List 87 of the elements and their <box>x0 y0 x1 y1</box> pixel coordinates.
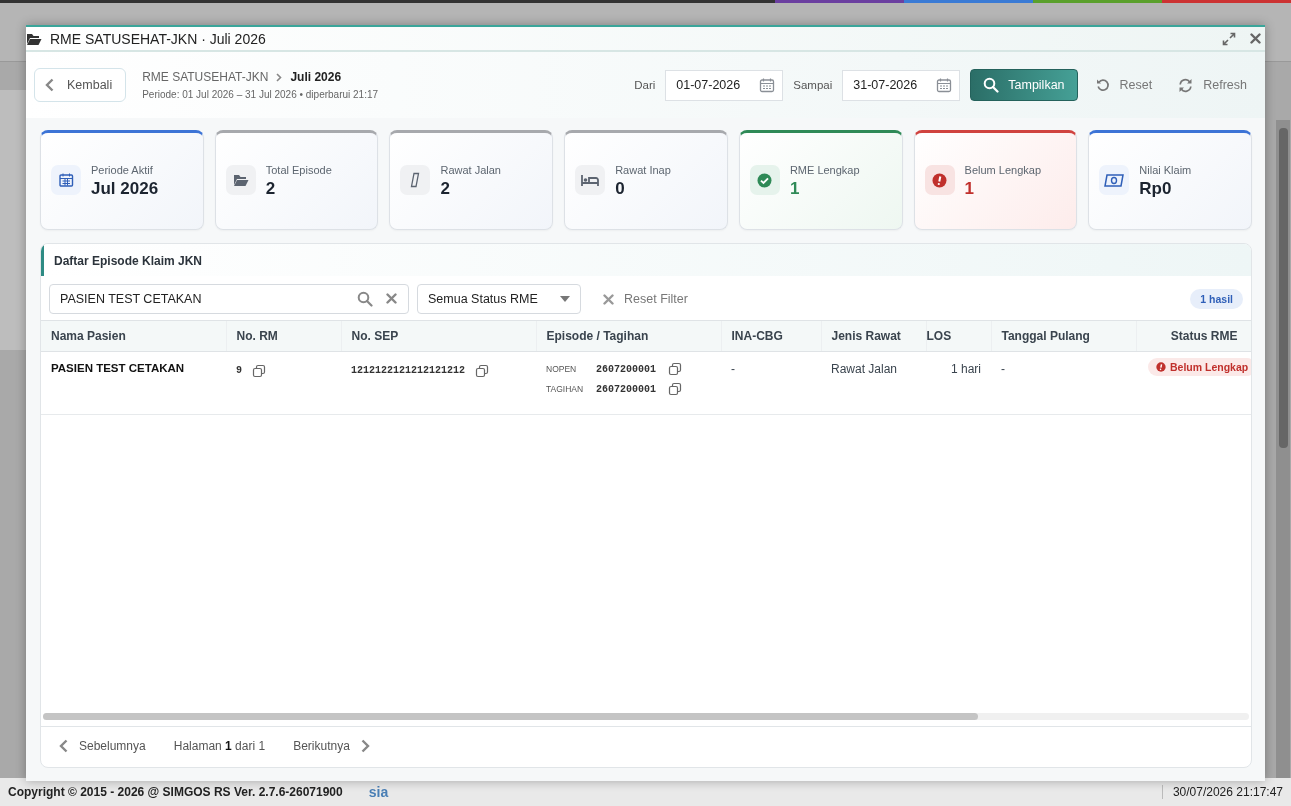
bed-icon <box>581 173 600 187</box>
chevron-right-icon <box>276 72 283 82</box>
search-icon[interactable] <box>357 291 373 307</box>
stat-value: 1 <box>789 178 801 199</box>
chevron-right-icon <box>359 739 370 753</box>
stat-label: RME Lengkap <box>789 163 860 176</box>
refresh-icon <box>1178 77 1194 93</box>
refresh-button[interactable]: Refresh <box>1170 77 1255 93</box>
reset-filter-button[interactable]: Reset Filter <box>597 291 694 307</box>
breadcrumb-link[interactable]: RME SATUSEHAT-JKN <box>142 70 269 84</box>
stat-value: Rp0 <box>1139 178 1173 199</box>
undo-icon <box>1095 78 1110 92</box>
field-label: Dari <box>634 79 656 91</box>
search-field[interactable]: PASIEN TEST CETAKAN <box>49 284 409 314</box>
table-cell: - <box>991 351 1136 415</box>
copyright-text: Copyright © 2015 - 2026 @ SIMGOS RS Ver. 2.7.6-26071900 <box>8 785 343 799</box>
calendar-icon <box>58 172 74 188</box>
window-title: RME SATUSEHAT-JKN · Juli 2026 <box>50 30 267 47</box>
field-label: Sampai <box>793 79 833 91</box>
stat-value: 2 <box>265 178 277 199</box>
column-header: Nama Pasien <box>41 321 226 352</box>
stat-label: Periode Aktif <box>91 163 154 176</box>
patient-name: PASIEN TEST CETAKAN <box>41 351 226 415</box>
breadcrumb-current: Juli 2026 <box>290 70 342 84</box>
folder-icon <box>232 173 249 187</box>
close-icon[interactable] <box>1250 33 1261 44</box>
episode-label: TAGIHAN <box>546 384 584 394</box>
next-button[interactable]: Berikutnya <box>293 739 370 753</box>
footer-datetime: 30/07/2026 21:17:47 <box>1161 785 1283 799</box>
column-header: Tanggal Pulang <box>991 321 1136 352</box>
chevron-left-icon <box>45 78 55 92</box>
stat-value: 0 <box>615 178 626 199</box>
copy-icon[interactable] <box>668 362 682 376</box>
column-header: Status RME <box>1136 321 1251 352</box>
copy-icon[interactable] <box>475 363 490 378</box>
close-icon <box>603 293 614 305</box>
show-button[interactable]: Tampilkan <box>970 69 1078 101</box>
copy-icon[interactable] <box>668 382 682 396</box>
stat-label: Rawat Jalan <box>440 163 501 176</box>
column-header: No. SEP <box>341 321 536 352</box>
chevron-left-icon <box>59 739 69 753</box>
slash-icon <box>410 172 421 188</box>
scrollbar-thumb[interactable] <box>1279 128 1288 448</box>
column-header: LOS <box>926 321 991 352</box>
date-field[interactable]: 01-07-2026 <box>665 69 784 101</box>
org-text: sia <box>368 784 389 800</box>
caret-icon <box>560 296 570 302</box>
episode-number: 2607200001 <box>596 363 656 375</box>
calendar-icon[interactable] <box>936 76 953 93</box>
stat-label: Nilai Klaim <box>1139 163 1192 176</box>
date-field[interactable]: 31-07-2026 <box>842 69 961 101</box>
search-icon <box>983 77 1000 93</box>
table-cell: Rawat Jalan <box>821 351 926 415</box>
column-header: Episode / Tagihan <box>536 321 721 352</box>
status-badge: Belum Lengkap <box>1148 358 1251 376</box>
episode-label: NOPEN <box>546 364 578 374</box>
stat-value: 2 <box>440 178 451 199</box>
exclamation-circle-icon <box>932 172 948 188</box>
table-cell: - <box>721 351 821 415</box>
folder-icon <box>26 31 42 46</box>
status-dropdown[interactable]: Semua Status RME <box>417 284 581 314</box>
stat-value: 1 <box>964 178 976 199</box>
sep-number: 1212122121212121212 <box>351 365 466 376</box>
period-text: Periode: 01 Jul 2026 – 31 Jul 2026 • diperbarui 21:17 <box>142 89 379 100</box>
page-indicator: Halaman 1 dari 1 <box>173 739 266 753</box>
stat-value: Jul 2026 <box>91 178 159 199</box>
banknote-icon <box>1104 173 1125 187</box>
column-header: INA-CBG <box>721 321 821 352</box>
column-header: No. RM <box>226 321 341 352</box>
section-title: Daftar Episode Klaim JKN <box>41 244 1251 276</box>
stat-label: Belum Lengkap <box>964 163 1042 176</box>
check-circle-icon <box>757 172 773 188</box>
table-cell: 1 hari <box>926 351 991 415</box>
result-count: 1 hasil <box>1190 289 1243 309</box>
back-button[interactable]: Kembali <box>34 68 127 102</box>
expand-icon[interactable] <box>1222 31 1236 46</box>
scrollbar-thumb[interactable] <box>43 713 978 720</box>
clear-icon[interactable] <box>386 293 397 304</box>
column-header: Jenis Rawat <box>821 321 926 352</box>
stat-label: Total Episode <box>265 163 332 176</box>
stat-label: Rawat Inap <box>615 163 671 176</box>
episode-number: 2607200001 <box>596 383 656 395</box>
previous-button[interactable]: Sebelumnya <box>59 739 146 753</box>
calendar-icon[interactable] <box>759 76 776 93</box>
copy-icon[interactable] <box>252 363 266 378</box>
reset-button[interactable]: Reset <box>1087 78 1161 92</box>
record-number: 9 <box>236 365 242 376</box>
